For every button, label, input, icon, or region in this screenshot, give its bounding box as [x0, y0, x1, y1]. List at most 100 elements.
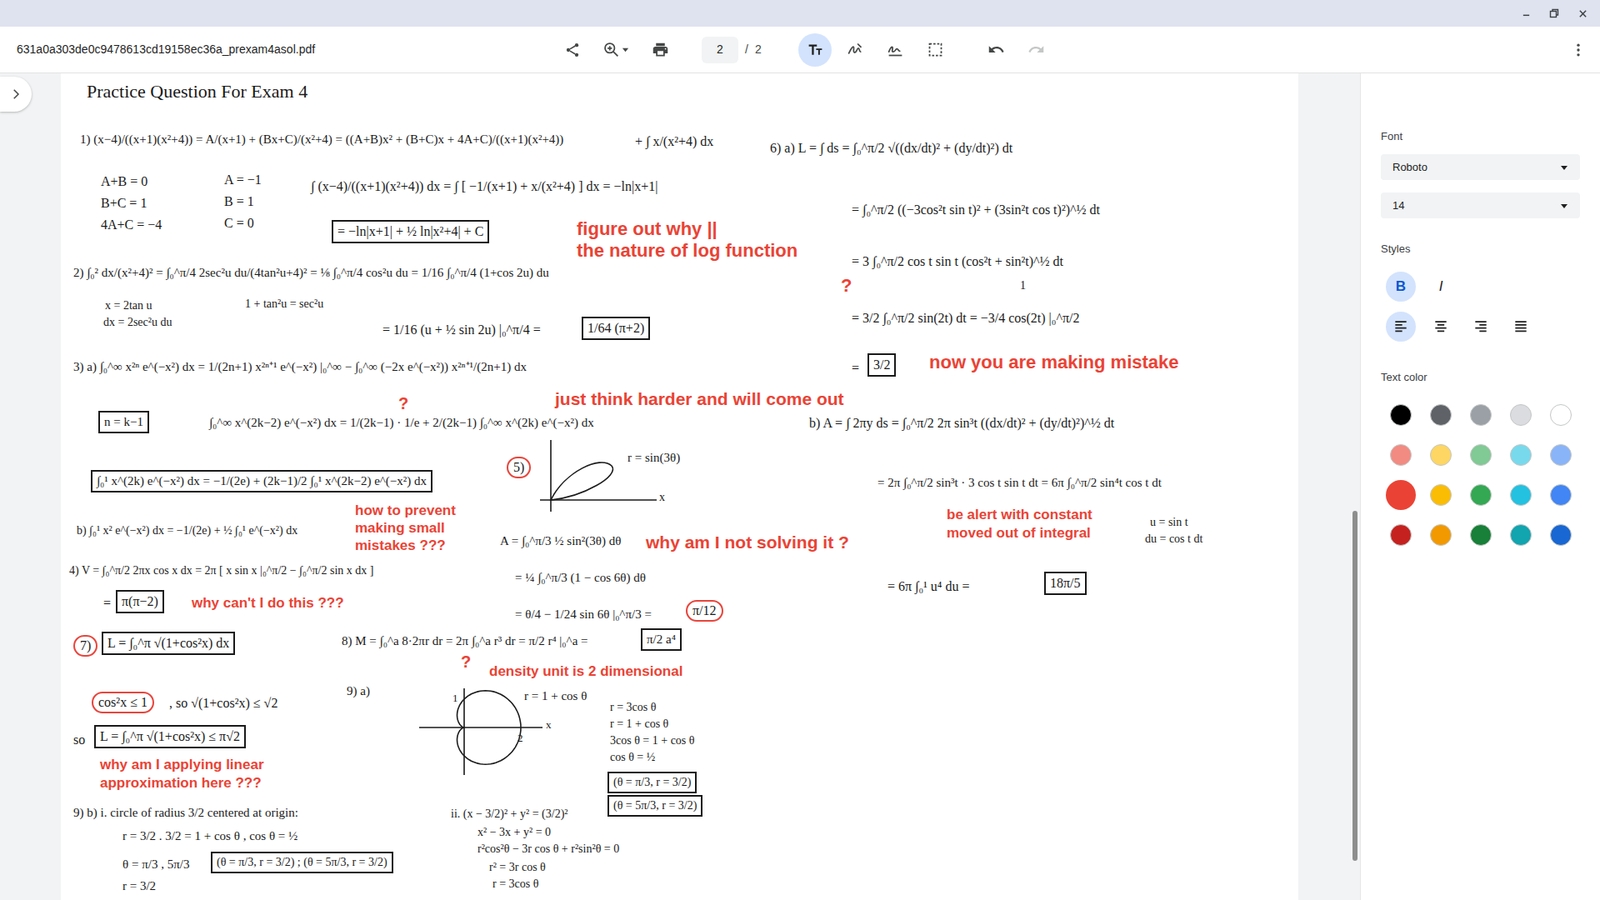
- close-icon: [1578, 9, 1588, 19]
- pdf-page: Practice Question For Exam 41) (x−4)/((x…: [60, 73, 1299, 900]
- page-number-field[interactable]: 2: [701, 36, 739, 64]
- boxed-answer: 3/2: [867, 353, 896, 377]
- annotation-note[interactable]: be alert with constant: [946, 506, 1093, 524]
- boxed-answer: n = k−1: [98, 410, 150, 434]
- undo-button[interactable]: [979, 33, 1013, 67]
- color-swatch[interactable]: [1510, 524, 1532, 546]
- color-swatch[interactable]: [1430, 444, 1452, 466]
- minimize-button[interactable]: [1511, 1, 1540, 25]
- math-line: r²cos²θ − 3r cos θ + r²sin²θ = 0: [477, 841, 620, 857]
- style-cell: B: [1380, 271, 1421, 302]
- color-swatch[interactable]: [1385, 480, 1416, 510]
- bold-button[interactable]: B: [1385, 271, 1416, 302]
- color-swatch[interactable]: [1430, 404, 1452, 426]
- redo-button: [1019, 33, 1053, 67]
- color-swatch[interactable]: [1550, 524, 1572, 546]
- color-swatch[interactable]: [1430, 484, 1452, 506]
- font-value: Roboto: [1392, 159, 1428, 176]
- history-tools: [979, 33, 1053, 67]
- math-line: , so √(1+cos²x) ≤ √2: [169, 695, 278, 712]
- math-line: C = 0: [224, 215, 255, 232]
- size-select[interactable]: 14: [1380, 192, 1580, 219]
- color-swatch[interactable]: [1390, 444, 1412, 466]
- circled-mark: π/12: [685, 600, 724, 622]
- styles-label: Styles: [1380, 241, 1580, 257]
- math-line: cos θ = ½: [610, 750, 655, 765]
- color-swatch[interactable]: [1470, 524, 1492, 546]
- annotation-note[interactable]: ?: [840, 275, 852, 297]
- draw-tool-button[interactable]: [838, 33, 872, 67]
- annotation-note[interactable]: density unit is 2 dimensional: [489, 663, 683, 680]
- math-line: A = ∫₀^π/3 ½ sin²(3θ) dθ: [500, 533, 621, 550]
- color-swatch[interactable]: [1510, 484, 1532, 506]
- align-justify-button[interactable]: [1505, 311, 1536, 342]
- close-button[interactable]: [1568, 1, 1597, 25]
- color-cell: [1500, 515, 1541, 555]
- color-swatch[interactable]: [1430, 524, 1452, 546]
- align-right-button[interactable]: [1465, 311, 1496, 342]
- color-cell: [1380, 435, 1421, 475]
- color-cell: [1540, 475, 1581, 515]
- annotation-note[interactable]: making small: [355, 520, 445, 537]
- kebab-menu-icon: [1570, 41, 1587, 59]
- print-button[interactable]: [643, 33, 677, 67]
- color-swatch[interactable]: [1550, 484, 1572, 506]
- color-swatch[interactable]: [1470, 404, 1492, 426]
- select-tool-button[interactable]: [918, 33, 952, 67]
- color-swatch[interactable]: [1470, 484, 1492, 506]
- redo-icon: [1027, 40, 1045, 59]
- zoom-button[interactable]: [594, 33, 638, 67]
- annotation-note[interactable]: why am I not solving it ?: [645, 531, 850, 553]
- annotation-note[interactable]: approximation here ???: [100, 775, 262, 792]
- annotation-note[interactable]: ?: [460, 651, 471, 672]
- annotation-note[interactable]: why can't I do this ???: [191, 595, 345, 612]
- math-line: 9) b) i. circle of radius 3/2 centered a…: [73, 805, 299, 821]
- style-cell: I: [1420, 271, 1461, 302]
- annotation-note[interactable]: how to prevent: [355, 502, 456, 520]
- undo-icon: [987, 40, 1005, 59]
- annotation-note[interactable]: the nature of log function: [576, 240, 798, 262]
- align-left-button[interactable]: [1385, 311, 1416, 342]
- italic-button[interactable]: I: [1425, 271, 1456, 302]
- math-line: r = 1 + cos θ: [524, 688, 587, 705]
- restore-button[interactable]: [1540, 1, 1569, 25]
- color-cell: [1540, 395, 1581, 435]
- color-swatch[interactable]: [1510, 404, 1532, 426]
- color-swatch[interactable]: [1550, 404, 1572, 426]
- sidebar-toggle[interactable]: [0, 76, 32, 112]
- math-line: A = −1: [224, 171, 262, 189]
- annotation-tools: [798, 33, 952, 67]
- align-center-button[interactable]: [1425, 311, 1456, 342]
- text-format-panel: Font Roboto 14 Styles BI Text color: [1360, 73, 1600, 900]
- align-cell: [1500, 311, 1541, 342]
- title-bar: [0, 0, 1600, 27]
- scrollbar-thumb[interactable]: [1352, 510, 1358, 861]
- color-swatch[interactable]: [1510, 444, 1532, 466]
- draw-tool-icon: [846, 40, 865, 59]
- color-swatch[interactable]: [1390, 404, 1412, 426]
- annotation-note[interactable]: mistakes ???: [355, 537, 446, 555]
- share-button[interactable]: [555, 33, 590, 67]
- font-select[interactable]: Roboto: [1380, 154, 1580, 180]
- sign-tool-button[interactable]: [878, 33, 912, 67]
- color-swatch[interactable]: [1550, 444, 1572, 466]
- document-viewer: Practice Question For Exam 41) (x−4)/((x…: [0, 73, 1360, 900]
- annotation-note[interactable]: ?: [398, 393, 409, 414]
- more-button[interactable]: [1561, 33, 1595, 67]
- math-line: B+C = 1: [100, 195, 147, 212]
- align-cell: [1420, 311, 1461, 342]
- math-line: b) A = ∫ 2πy ds = ∫₀^π/2 2π sin³t ((dx/d…: [809, 415, 1115, 432]
- boxed-answer: 18π/5: [1044, 571, 1087, 595]
- align-justify-icon: [1512, 318, 1530, 335]
- color-cell: [1380, 395, 1421, 435]
- color-swatch[interactable]: [1470, 444, 1492, 466]
- annotation-note[interactable]: just think harder and will come out: [555, 388, 845, 410]
- annotation-note[interactable]: figure out why ||: [576, 218, 718, 240]
- color-swatch[interactable]: [1390, 524, 1412, 546]
- annotation-note[interactable]: now you are making mistake: [929, 351, 1180, 374]
- annotation-note[interactable]: why am I applying linear: [100, 756, 265, 774]
- text-tool-button[interactable]: [798, 33, 832, 67]
- annotation-note[interactable]: moved out of integral: [946, 525, 1091, 542]
- color-cell: [1540, 515, 1581, 555]
- boxed-answer: π(π−2): [115, 590, 165, 614]
